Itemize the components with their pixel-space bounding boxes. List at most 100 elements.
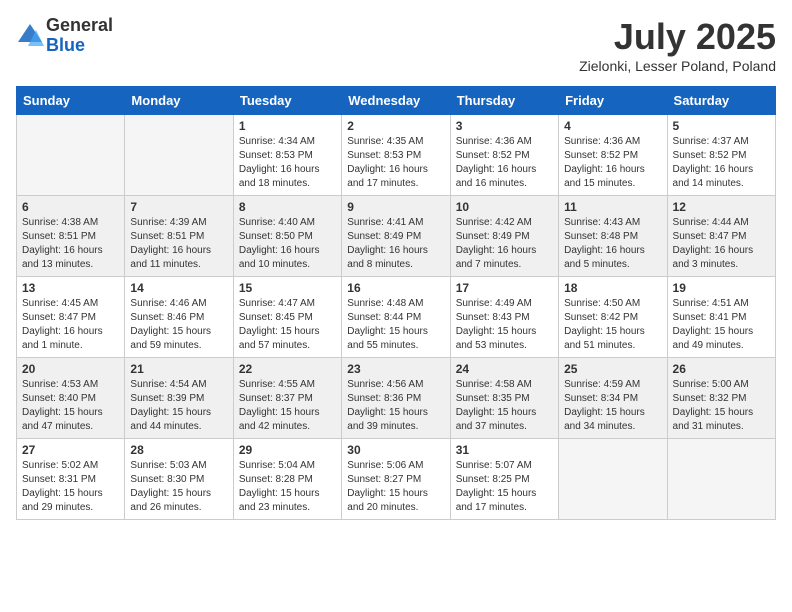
day-info: Sunrise: 4:54 AMSunset: 8:39 PMDaylight:… [130, 378, 227, 434]
calendar-day-cell: 29 Sunrise: 5:04 AMSunset: 8:28 PMDayligh… [233, 439, 341, 520]
day-info: Sunrise: 4:40 AMSunset: 8:50 PMDaylight:… [239, 216, 336, 272]
day-info: Sunrise: 4:39 AMSunset: 8:51 PMDaylight:… [130, 216, 227, 272]
calendar-day-cell: 10 Sunrise: 4:42 AMSunset: 8:49 PMDayligh… [450, 196, 558, 277]
day-info: Sunrise: 4:42 AMSunset: 8:49 PMDaylight:… [456, 216, 553, 272]
day-number: 15 [239, 281, 336, 295]
calendar-table: SundayMondayTuesdayWednesdayThursdayFrid… [16, 86, 776, 520]
day-number: 5 [673, 119, 770, 133]
calendar-day-cell: 15 Sunrise: 4:47 AMSunset: 8:45 PMDayligh… [233, 277, 341, 358]
weekday-header-sunday: Sunday [17, 87, 125, 115]
day-number: 27 [22, 443, 119, 457]
calendar-day-cell: 25 Sunrise: 4:59 AMSunset: 8:34 PMDayligh… [559, 358, 667, 439]
location-text: Zielonki, Lesser Poland, Poland [579, 58, 776, 74]
day-number: 26 [673, 362, 770, 376]
day-info: Sunrise: 4:55 AMSunset: 8:37 PMDaylight:… [239, 378, 336, 434]
calendar-day-cell: 24 Sunrise: 4:58 AMSunset: 8:35 PMDayligh… [450, 358, 558, 439]
calendar-day-cell: 26 Sunrise: 5:00 AMSunset: 8:32 PMDayligh… [667, 358, 775, 439]
calendar-day-cell: 19 Sunrise: 4:51 AMSunset: 8:41 PMDayligh… [667, 277, 775, 358]
calendar-day-cell: 28Sunrise: 5:03 AMSunset: 8:30 PMDayligh… [125, 439, 233, 520]
day-number: 22 [239, 362, 336, 376]
calendar-week-row: 1 Sunrise: 4:34 AMSunset: 8:53 PMDaylight… [17, 115, 776, 196]
calendar-day-cell: 22 Sunrise: 4:55 AMSunset: 8:37 PMDayligh… [233, 358, 341, 439]
calendar-day-cell: 7 Sunrise: 4:39 AMSunset: 8:51 PMDaylight… [125, 196, 233, 277]
day-info: Sunrise: 4:50 AMSunset: 8:42 PMDaylight:… [564, 297, 661, 353]
day-number: 28 [130, 443, 227, 457]
calendar-day-cell: 17 Sunrise: 4:49 AMSunset: 8:43 PMDayligh… [450, 277, 558, 358]
day-info: Sunrise: 4:35 AMSunset: 8:53 PMDaylight:… [347, 135, 444, 191]
day-number: 4 [564, 119, 661, 133]
day-info: Sunrise: 4:38 AMSunset: 8:51 PMDaylight:… [22, 216, 119, 272]
calendar-day-cell: 2Sunrise: 4:35 AMSunset: 8:53 PMDaylight… [342, 115, 450, 196]
weekday-header-friday: Friday [559, 87, 667, 115]
weekday-header-thursday: Thursday [450, 87, 558, 115]
logo: General Blue [16, 16, 113, 56]
day-info: Sunrise: 4:46 AMSunset: 8:46 PMDaylight:… [130, 297, 227, 353]
logo-text: General Blue [46, 16, 113, 56]
weekday-header-monday: Monday [125, 87, 233, 115]
calendar-day-cell: 1 Sunrise: 4:34 AMSunset: 8:53 PMDaylight… [233, 115, 341, 196]
day-number: 31 [456, 443, 553, 457]
day-number: 18 [564, 281, 661, 295]
calendar-day-cell: 4 Sunrise: 4:36 AMSunset: 8:52 PMDaylight… [559, 115, 667, 196]
calendar-day-cell [667, 439, 775, 520]
weekday-header-saturday: Saturday [667, 87, 775, 115]
day-info: Sunrise: 4:45 AMSunset: 8:47 PMDaylight:… [22, 297, 119, 353]
calendar-day-cell: 27 Sunrise: 5:02 AMSunset: 8:31 PMDayligh… [17, 439, 125, 520]
day-number: 21 [130, 362, 227, 376]
day-number: 23 [347, 362, 444, 376]
weekday-header-tuesday: Tuesday [233, 87, 341, 115]
calendar-day-cell: 8Sunrise: 4:40 AMSunset: 8:50 PMDaylight… [233, 196, 341, 277]
day-info: Sunrise: 5:00 AMSunset: 8:32 PMDaylight:… [673, 378, 770, 434]
day-info: Sunrise: 4:37 AMSunset: 8:52 PMDaylight:… [673, 135, 770, 191]
day-info: Sunrise: 4:43 AMSunset: 8:48 PMDaylight:… [564, 216, 661, 272]
day-info: Sunrise: 4:47 AMSunset: 8:45 PMDaylight:… [239, 297, 336, 353]
calendar-day-cell: 31 Sunrise: 5:07 AMSunset: 8:25 PMDayligh… [450, 439, 558, 520]
day-number: 30 [347, 443, 444, 457]
weekday-header-row: SundayMondayTuesdayWednesdayThursdayFrid… [17, 87, 776, 115]
calendar-day-cell: 30 Sunrise: 5:06 AMSunset: 8:27 PMDayligh… [342, 439, 450, 520]
calendar-day-cell [559, 439, 667, 520]
day-number: 29 [239, 443, 336, 457]
day-number: 16 [347, 281, 444, 295]
day-number: 24 [456, 362, 553, 376]
calendar-day-cell [125, 115, 233, 196]
calendar-day-cell: 11Sunrise: 4:43 AMSunset: 8:48 PMDayligh… [559, 196, 667, 277]
day-number: 20 [22, 362, 119, 376]
calendar-day-cell: 13Sunrise: 4:45 AMSunset: 8:47 PMDayligh… [17, 277, 125, 358]
calendar-week-row: 13Sunrise: 4:45 AMSunset: 8:47 PMDayligh… [17, 277, 776, 358]
day-info: Sunrise: 4:59 AMSunset: 8:34 PMDaylight:… [564, 378, 661, 434]
day-info: Sunrise: 4:49 AMSunset: 8:43 PMDaylight:… [456, 297, 553, 353]
day-info: Sunrise: 4:34 AMSunset: 8:53 PMDaylight:… [239, 135, 336, 191]
page-header: General Blue July 2025 Zielonki, Lesser … [16, 16, 776, 74]
day-number: 19 [673, 281, 770, 295]
day-info: Sunrise: 4:51 AMSunset: 8:41 PMDaylight:… [673, 297, 770, 353]
day-info: Sunrise: 5:06 AMSunset: 8:27 PMDaylight:… [347, 459, 444, 515]
day-info: Sunrise: 5:04 AMSunset: 8:28 PMDaylight:… [239, 459, 336, 515]
day-info: Sunrise: 4:36 AMSunset: 8:52 PMDaylight:… [564, 135, 661, 191]
logo-blue-text: Blue [46, 36, 113, 56]
day-number: 9 [347, 200, 444, 214]
day-info: Sunrise: 4:53 AMSunset: 8:40 PMDaylight:… [22, 378, 119, 434]
day-info: Sunrise: 4:58 AMSunset: 8:35 PMDaylight:… [456, 378, 553, 434]
calendar-day-cell: 21 Sunrise: 4:54 AMSunset: 8:39 PMDayligh… [125, 358, 233, 439]
calendar-day-cell: 23 Sunrise: 4:56 AMSunset: 8:36 PMDayligh… [342, 358, 450, 439]
calendar-day-cell: 20 Sunrise: 4:53 AMSunset: 8:40 PMDayligh… [17, 358, 125, 439]
day-number: 17 [456, 281, 553, 295]
calendar-week-row: 27 Sunrise: 5:02 AMSunset: 8:31 PMDayligh… [17, 439, 776, 520]
day-info: Sunrise: 4:56 AMSunset: 8:36 PMDaylight:… [347, 378, 444, 434]
day-info: Sunrise: 5:02 AMSunset: 8:31 PMDaylight:… [22, 459, 119, 515]
calendar-week-row: 20 Sunrise: 4:53 AMSunset: 8:40 PMDayligh… [17, 358, 776, 439]
logo-general-text: General [46, 16, 113, 36]
day-number: 1 [239, 119, 336, 133]
day-info: Sunrise: 4:36 AMSunset: 8:52 PMDaylight:… [456, 135, 553, 191]
weekday-header-wednesday: Wednesday [342, 87, 450, 115]
day-number: 25 [564, 362, 661, 376]
day-number: 14 [130, 281, 227, 295]
day-info: Sunrise: 5:07 AMSunset: 8:25 PMDaylight:… [456, 459, 553, 515]
calendar-day-cell: 14 Sunrise: 4:46 AMSunset: 8:46 PMDayligh… [125, 277, 233, 358]
day-number: 7 [130, 200, 227, 214]
calendar-day-cell: 12Sunrise: 4:44 AMSunset: 8:47 PMDayligh… [667, 196, 775, 277]
day-number: 10 [456, 200, 553, 214]
calendar-day-cell: 3Sunrise: 4:36 AMSunset: 8:52 PMDaylight… [450, 115, 558, 196]
month-year-title: July 2025 [579, 16, 776, 58]
